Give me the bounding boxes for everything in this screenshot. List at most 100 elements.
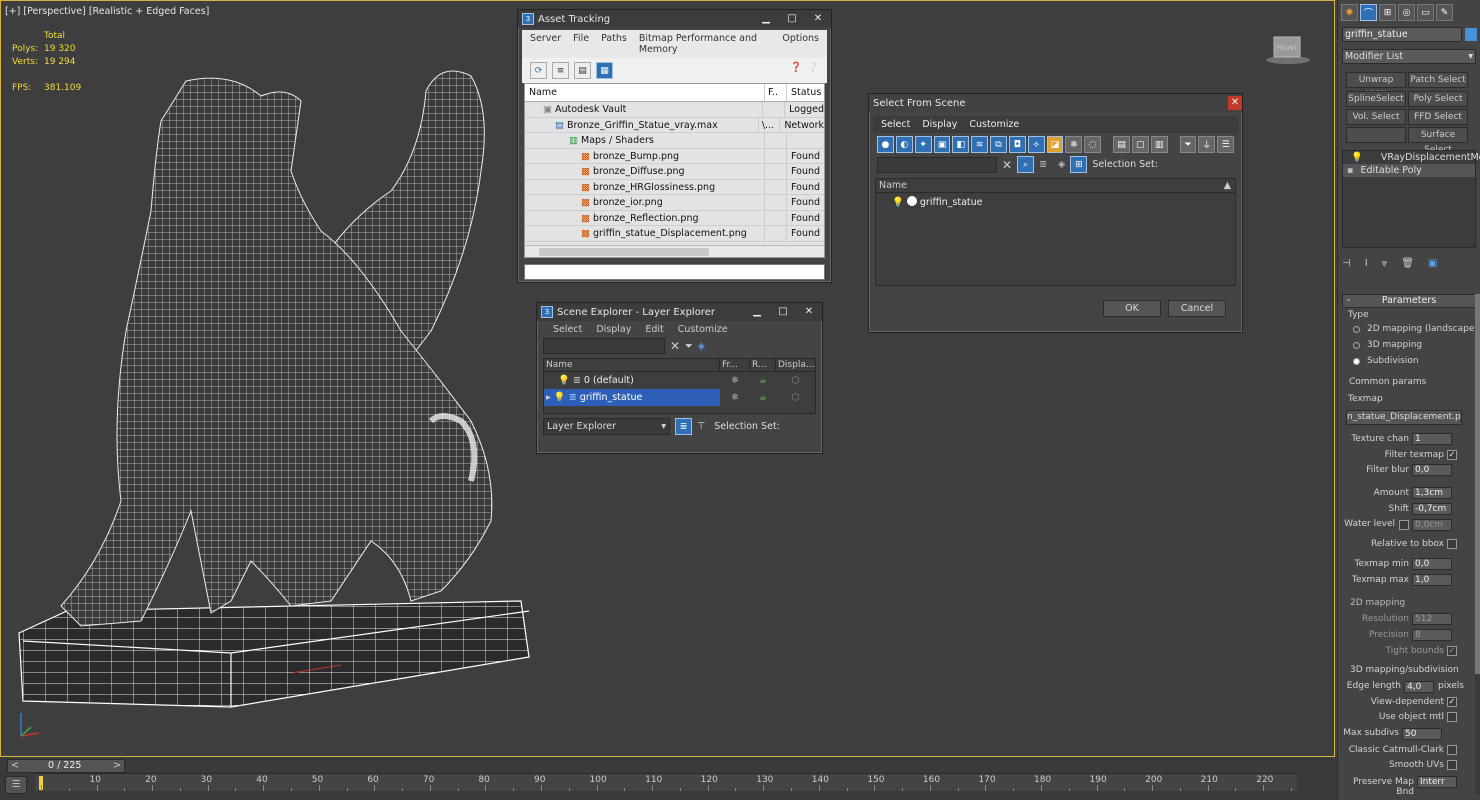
display-tab-icon[interactable]: ▭ (1417, 4, 1434, 21)
texmap-button[interactable]: n_statue_Displacement.png) (1346, 410, 1462, 425)
display-containers-icon[interactable]: ◪ (1046, 136, 1064, 153)
filter-texmap-checkbox[interactable]: ✓ (1447, 450, 1457, 460)
water-level-checkbox[interactable] (1399, 520, 1409, 530)
texmap-max-spinner[interactable]: 1,0 (1412, 574, 1452, 586)
menu-paths[interactable]: Paths (601, 33, 627, 55)
asset-row[interactable]: ▩ bronze_ior.png Found (525, 195, 824, 211)
col-render[interactable]: R... (750, 359, 776, 371)
water-level-spinner[interactable]: 0,0cm (1412, 519, 1452, 531)
thumbnail-icon[interactable]: ▤ (574, 62, 591, 79)
filter-blur-spinner[interactable]: 0,0 (1412, 464, 1452, 476)
object-color-swatch[interactable] (1465, 28, 1477, 41)
configure-modifier-sets-icon[interactable]: ▣ (1428, 258, 1437, 269)
light-bulb-icon[interactable]: 💡 (554, 392, 566, 403)
maximize-button[interactable]: □ (770, 305, 796, 319)
display-xrefs-icon[interactable]: ◘ (1008, 136, 1026, 153)
col-frozen[interactable]: Fr... (720, 359, 750, 371)
col-display[interactable]: Displa... (776, 359, 815, 371)
settings-help-icon[interactable]: ❔ (807, 62, 819, 79)
horizontal-scrollbar[interactable] (525, 245, 824, 257)
show-end-result-icon[interactable]: Ⅰ (1365, 258, 1368, 269)
panel-scrollbar-thumb[interactable] (1475, 294, 1480, 674)
tight-bounds-checkbox[interactable]: ✓ (1447, 646, 1457, 656)
list-icon[interactable]: ≡ (552, 62, 569, 79)
edge-length-spinner[interactable]: 4,0 (1404, 681, 1434, 693)
layer-row[interactable]: ▸ 💡 ≣ griffin_statue ❄ ☕ ⬡ (544, 389, 815, 406)
parameters-rollout-header[interactable]: - Parameters (1342, 294, 1476, 308)
menu-bitmap-performance[interactable]: Bitmap Performance and Memory (639, 33, 770, 55)
menu-options[interactable]: Options (782, 33, 819, 55)
pin-stack-icon[interactable]: ⊣ (1342, 258, 1351, 269)
menu-select[interactable]: Select (553, 324, 582, 335)
layers-icon[interactable]: ≣ (1039, 159, 1047, 170)
display-all-icon[interactable]: ▤ (1113, 136, 1130, 153)
time-slider[interactable]: < 0 / 225 > (7, 759, 125, 773)
hierarchy-icon[interactable]: ⊞ (1070, 156, 1088, 173)
search-input[interactable] (877, 156, 997, 173)
search-input[interactable] (543, 338, 665, 354)
col-f[interactable]: F.. (765, 84, 787, 101)
smooth-uvs-checkbox[interactable] (1447, 760, 1457, 770)
freeze-icon[interactable]: ❄ (720, 372, 750, 389)
display-frozen-icon[interactable]: ❄ (1065, 136, 1083, 153)
filter-icon[interactable]: ⏷ (1179, 136, 1197, 153)
display-hidden-icon[interactable]: ◌ (1084, 136, 1102, 153)
asset-tracking-window[interactable]: 3 Asset Tracking ▁ □ ✕ Server File Paths… (517, 9, 832, 283)
hierarchy-mode-icon[interactable]: ⊤ (697, 421, 705, 432)
remove-modifier-icon[interactable]: 🗑 (1401, 258, 1414, 269)
unwrap-uvw-button[interactable]: Unwrap UVW (1346, 72, 1406, 100)
vol-select-button[interactable]: Vol. Select (1346, 109, 1406, 125)
asset-path-field[interactable] (524, 264, 825, 280)
filter-icon[interactable]: ⏷ (685, 341, 693, 352)
scene-explorer-window[interactable]: 3 Scene Explorer - Layer Explorer ▁ □ ✕ … (536, 302, 823, 454)
display-box-icon[interactable]: ⬡ (776, 389, 815, 406)
display-helpers-icon[interactable]: ◧ (952, 136, 970, 153)
layer-row[interactable]: 💡 ≣ 0 (default) ❄ ☕ ⬡ (544, 372, 815, 389)
view-dependent-checkbox[interactable]: ✓ (1447, 697, 1457, 707)
display-geometry-icon[interactable]: ● (877, 136, 894, 153)
mini-curve-editor-icon[interactable]: ☰ (5, 776, 27, 794)
asset-row[interactable]: ▣ Autodesk Vault Logged (525, 102, 824, 118)
expand-arrow-icon[interactable]: ▸ (546, 392, 551, 403)
ffd-select-button[interactable]: FFD Select (1408, 109, 1468, 125)
menu-customize[interactable]: Customize (678, 324, 728, 335)
use-object-mtl-checkbox[interactable] (1447, 712, 1457, 722)
minimize-button[interactable]: ▁ (744, 305, 770, 319)
panel-scrollbar[interactable] (1475, 294, 1480, 794)
light-bulb-icon[interactable]: 💡 (1351, 151, 1363, 164)
menu-server[interactable]: Server (530, 33, 561, 55)
minimize-button[interactable]: ▁ (753, 12, 779, 26)
menu-display[interactable]: Display (922, 119, 957, 130)
col-name[interactable]: Name (544, 359, 720, 371)
maximize-button[interactable]: □ (779, 12, 805, 26)
menu-customize[interactable]: Customize (969, 119, 1019, 130)
stack-item[interactable]: ▪ Editable Poly (1343, 164, 1475, 177)
display-invert-icon[interactable]: ▥ (1150, 136, 1168, 153)
help-icon[interactable]: ❓ (790, 62, 802, 79)
clear-search-icon[interactable]: ✕ (670, 339, 680, 353)
hierarchy-tab-icon[interactable]: ⊞ (1379, 4, 1396, 21)
object-row[interactable]: 💡 griffin_statue (876, 193, 1235, 210)
stack-item[interactable]: 💡 VRayDisplacementMod (1343, 151, 1480, 164)
configure-columns-icon[interactable]: ☰ (1217, 136, 1235, 153)
display-spacewarps-icon[interactable]: ≋ (971, 136, 989, 153)
menu-file[interactable]: File (573, 33, 589, 55)
asset-row[interactable]: ▩ bronze_Bump.png Found (525, 148, 824, 164)
asset-row[interactable]: ▩ bronze_Diffuse.png Found (525, 164, 824, 180)
close-button[interactable]: ✕ (805, 12, 831, 26)
render-teapot-icon[interactable]: ☕ (750, 372, 776, 389)
classic-catmull-checkbox[interactable] (1447, 745, 1457, 755)
light-bulb-icon[interactable]: 💡 (558, 375, 570, 386)
layer-settings-icon[interactable]: ◈ (698, 341, 705, 352)
next-frame-icon[interactable]: > (113, 760, 121, 772)
precision-spinner[interactable]: 8 (1412, 629, 1452, 641)
asset-row[interactable]: ▩ bronze_HRGlossiness.png Found (525, 179, 824, 195)
shift-spinner[interactable]: -0,7cm (1412, 503, 1452, 515)
surface-select-button[interactable]: Surface Select (1408, 127, 1468, 155)
menu-display[interactable]: Display (596, 324, 631, 335)
select-from-scene-window[interactable]: Select From Scene ✕ Select Display Custo… (868, 93, 1243, 333)
collapse-icon[interactable]: ▪ (1347, 165, 1353, 176)
empty-modifier-button[interactable] (1346, 127, 1406, 143)
explorer-dropdown[interactable]: Layer Explorer ▾ (543, 418, 670, 435)
display-none-icon[interactable]: ▢ (1131, 136, 1149, 153)
